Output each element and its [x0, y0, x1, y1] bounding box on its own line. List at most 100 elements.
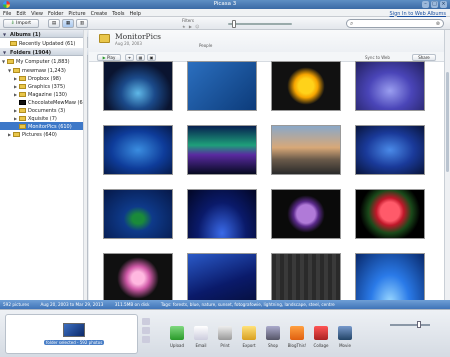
- menu-file[interactable]: File: [3, 11, 11, 17]
- photo-thumbnail[interactable]: [187, 189, 257, 239]
- collapse-icon[interactable]: ▼: [3, 32, 6, 37]
- photo-thumbnail[interactable]: [187, 253, 257, 303]
- hold-icon[interactable]: [142, 318, 150, 325]
- menu-help[interactable]: Help: [130, 11, 141, 17]
- picture-count: 592 pictures: [3, 302, 30, 307]
- selection-label: folder selected - 592 photos: [44, 340, 105, 345]
- tag-icon[interactable]: [142, 336, 150, 343]
- selected-photo-thumbnail[interactable]: [63, 323, 85, 337]
- import-button[interactable]: ⇩ Import: [3, 19, 39, 28]
- sidebar-item-pictures[interactable]: ▶ Pictures (640): [8, 130, 57, 138]
- grid-scrollbar[interactable]: [444, 30, 450, 300]
- email-button[interactable]: Email: [190, 312, 212, 354]
- geotag-icon[interactable]: ⌖: [125, 53, 134, 61]
- photo-thumbnail[interactable]: [187, 61, 257, 111]
- sidebar-item-dropbox[interactable]: ▶ Dropbox (98): [14, 74, 61, 82]
- clear-icon[interactable]: [142, 327, 150, 334]
- folder-icon: [19, 123, 26, 129]
- sync-to-web-label[interactable]: Sync to Web: [365, 55, 390, 60]
- photo-thumbnail[interactable]: [103, 125, 173, 175]
- share-button[interactable]: Share: [412, 53, 436, 61]
- thumbnail-size-slider[interactable]: [390, 324, 430, 326]
- grid-view-button[interactable]: ▦: [62, 19, 74, 28]
- export-icon: [242, 326, 256, 340]
- sidebar-item-magazine[interactable]: ▶ Magazine (130): [14, 90, 67, 98]
- albums-header[interactable]: ▼ Albums (1): [0, 30, 88, 38]
- folder-icon: [19, 99, 26, 105]
- collapse-icon[interactable]: ▼: [3, 50, 6, 55]
- folder-icon: [19, 107, 26, 113]
- sign-in-link[interactable]: Sign In to Web Albums: [390, 11, 446, 17]
- print-icon: [218, 326, 232, 340]
- photo-thumbnail[interactable]: [355, 253, 425, 303]
- menu-tools[interactable]: Tools: [112, 11, 124, 17]
- play-icon: ▶: [102, 54, 106, 60]
- sidebar-scrollbar[interactable]: [83, 30, 87, 300]
- upload-button[interactable]: Upload: [166, 312, 188, 354]
- filter-slider-track[interactable]: [228, 23, 292, 25]
- scrollbar-thumb[interactable]: [446, 72, 449, 172]
- thumbnail-size-handle[interactable]: [417, 321, 421, 328]
- collage-icon[interactable]: ▦: [136, 53, 145, 61]
- folder-title[interactable]: MonitorPics: [115, 32, 161, 41]
- photo-thumbnail[interactable]: [271, 189, 341, 239]
- folder-icon: [19, 83, 26, 89]
- menu-edit[interactable]: Edit: [16, 11, 26, 17]
- folders-header[interactable]: ▼ Folders (1904): [0, 48, 88, 56]
- sidebar-item-graphics[interactable]: ▶ Graphics (375): [14, 82, 65, 90]
- sidebar-item-my-computer[interactable]: ▼ My Computer (1,883): [2, 57, 70, 65]
- computer-icon: [7, 58, 14, 64]
- album-icon: [10, 40, 17, 46]
- timeline-view-button[interactable]: ▥: [76, 19, 88, 28]
- email-icon: [194, 326, 208, 340]
- search-input[interactable]: ⌕ ⊗: [346, 19, 444, 28]
- print-button[interactable]: Print: [214, 312, 236, 354]
- tags-list: Tags: forests, blue, nature, sunset, fot…: [160, 302, 335, 307]
- folder-header: MonitorPics Aug 20, 2003 People: [89, 30, 444, 52]
- shop-icon: [266, 326, 280, 340]
- library-view-button[interactable]: ▤: [48, 19, 60, 28]
- menu-picture[interactable]: Picture: [68, 11, 85, 17]
- menu-create[interactable]: Create: [91, 11, 108, 17]
- minimize-icon[interactable]: –: [422, 1, 429, 8]
- blogthis-button[interactable]: BlogThis!: [286, 312, 308, 354]
- filter-slider-handle[interactable]: [232, 20, 236, 28]
- photo-browser: MonitorPics Aug 20, 2003 People ▶ Play ⌖…: [89, 30, 444, 303]
- sidebar-item-recently-updated[interactable]: Recently Updated (61): [10, 39, 75, 47]
- photo-thumbnail[interactable]: [271, 61, 341, 111]
- photo-thumbnail[interactable]: [355, 61, 425, 111]
- toolbar: ⇩ Import ▤ ▦ ▥ Filters ★ ▶ ☺ ⌕ ⊗: [0, 17, 450, 30]
- photo-thumbnail[interactable]: [355, 125, 425, 175]
- photo-thumbnail[interactable]: [271, 253, 341, 303]
- sidebar-item-monitorpics[interactable]: MonitorPics (610): [0, 122, 84, 130]
- selection-tray[interactable]: folder selected - 592 photos: [5, 314, 138, 354]
- folder-icon: [13, 67, 20, 73]
- maximize-icon[interactable]: □: [431, 1, 438, 8]
- people-label[interactable]: People: [199, 43, 212, 48]
- folder-icon: [99, 34, 110, 43]
- window-title: Picasa 3: [213, 1, 237, 7]
- folder-date: Aug 20, 2003: [115, 41, 142, 46]
- filter-star-icons[interactable]: ★ ▶ ☺: [182, 24, 210, 29]
- menu-view[interactable]: View: [31, 11, 43, 17]
- collage-button[interactable]: Collage: [310, 312, 332, 354]
- sidebar-item-xquisite[interactable]: ▶ Xquisite (7): [14, 114, 57, 122]
- photo-thumbnail[interactable]: [103, 189, 173, 239]
- clear-search-icon[interactable]: ⊗: [436, 20, 440, 28]
- sidebar-item-chocolatemewmaw[interactable]: ChocolateMewMaw (6): [14, 98, 85, 106]
- photo-thumbnail[interactable]: [355, 189, 425, 239]
- photo-thumbnail[interactable]: [103, 253, 173, 303]
- photo-thumbnail[interactable]: [271, 125, 341, 175]
- shop-button[interactable]: Shop: [262, 312, 284, 354]
- tray-tools: [142, 316, 154, 352]
- movie-button[interactable]: Movie: [334, 312, 356, 354]
- sidebar-item-documents[interactable]: ▶ Documents (3): [14, 106, 65, 114]
- export-button[interactable]: Export: [238, 312, 260, 354]
- sidebar-item-mewmaw[interactable]: ▼ mewmaw (1,243): [8, 66, 66, 74]
- movie-icon[interactable]: ▣: [147, 53, 156, 61]
- photo-thumbnail[interactable]: [103, 61, 173, 111]
- close-icon[interactable]: ×: [440, 1, 447, 8]
- play-slideshow-button[interactable]: ▶ Play: [97, 53, 121, 61]
- menu-folder[interactable]: Folder: [48, 11, 63, 17]
- photo-thumbnail[interactable]: [187, 125, 257, 175]
